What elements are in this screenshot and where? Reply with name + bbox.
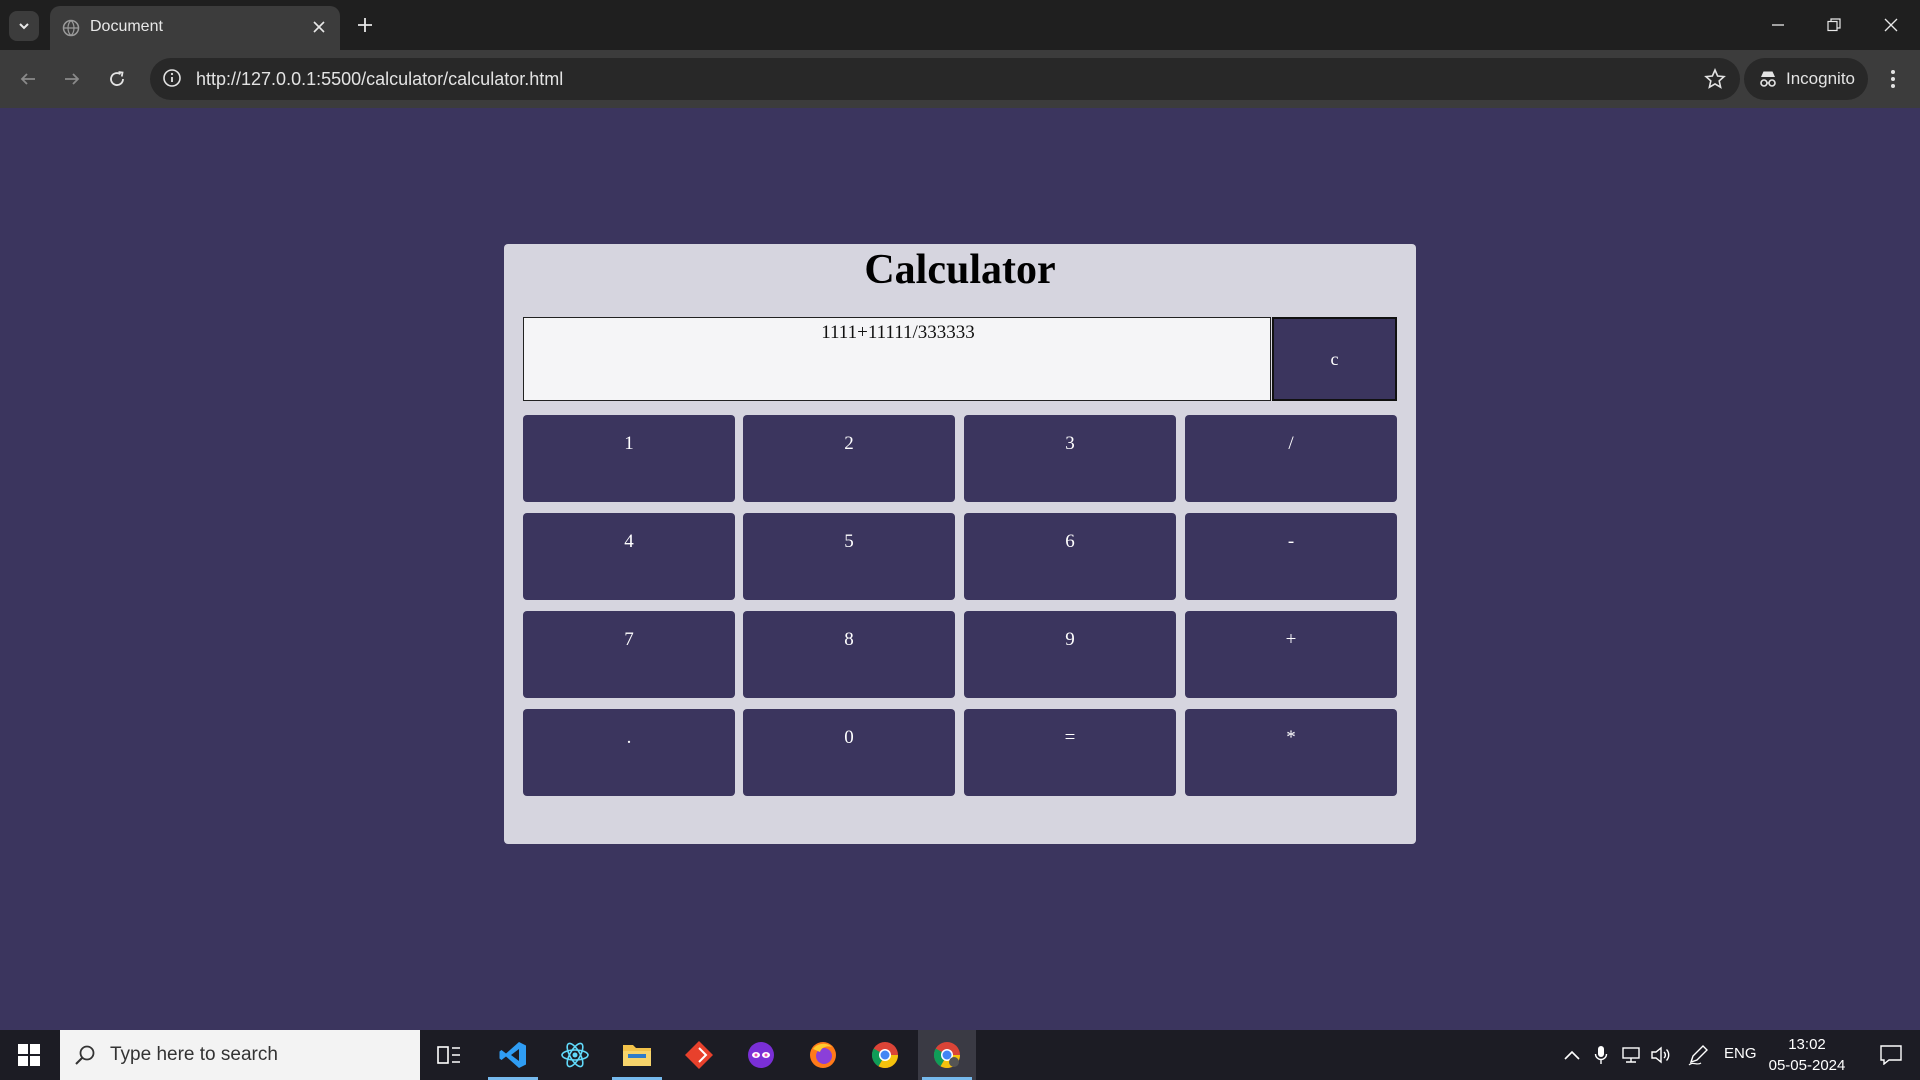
taskbar-chrome[interactable]	[856, 1030, 914, 1080]
key-5[interactable]: 5	[743, 513, 955, 600]
taskbar-firefox[interactable]	[794, 1030, 852, 1080]
more-vertical-icon	[1891, 70, 1895, 88]
key-9[interactable]: 9	[964, 611, 1176, 698]
taskbar-clock[interactable]: 13:02 05-05-2024	[1762, 1034, 1852, 1076]
close-icon	[313, 21, 325, 33]
page-title: Calculator	[864, 247, 1056, 293]
taskbar-search[interactable]: Type here to search	[60, 1030, 420, 1080]
globe-icon	[62, 19, 80, 37]
show-hidden-icons-button[interactable]	[1560, 1030, 1584, 1080]
tab-search-button[interactable]	[9, 11, 39, 41]
key-equals[interactable]: =	[964, 709, 1176, 796]
key-add[interactable]: +	[1185, 611, 1397, 698]
taskbar-vscode[interactable]	[484, 1030, 542, 1080]
restore-button[interactable]	[1816, 10, 1852, 40]
reload-button[interactable]	[100, 62, 134, 96]
reload-icon	[110, 71, 124, 86]
clear-button[interactable]: c	[1272, 317, 1397, 401]
microphone-icon	[1594, 1046, 1608, 1064]
minimize-icon	[1772, 24, 1784, 26]
taskbar-file-explorer[interactable]	[608, 1030, 666, 1080]
key-2[interactable]: 2	[743, 415, 955, 502]
key-7[interactable]: 7	[523, 611, 735, 698]
vscode-icon	[499, 1042, 526, 1068]
star-icon[interactable]	[1704, 68, 1726, 90]
network-icon	[1622, 1047, 1640, 1063]
key-multiply[interactable]: *	[1185, 709, 1397, 796]
key-6[interactable]: 6	[964, 513, 1176, 600]
arrow-right-icon	[65, 73, 80, 85]
task-view-button[interactable]	[420, 1030, 478, 1080]
volume-icon	[1651, 1046, 1670, 1064]
start-button[interactable]	[0, 1030, 58, 1080]
input-language[interactable]: ENG	[1724, 1045, 1757, 1062]
display-value: 1111+11111/333333	[821, 322, 975, 343]
network-tray-button[interactable]	[1618, 1030, 1644, 1080]
search-icon	[75, 1045, 95, 1065]
chevron-up-icon	[1564, 1050, 1580, 1060]
tab-close-button[interactable]	[308, 16, 330, 38]
folder-icon	[623, 1045, 651, 1066]
new-tab-button[interactable]	[352, 12, 378, 38]
url-text[interactable]: http://127.0.0.1:5500/calculator/calcula…	[196, 69, 563, 90]
key-divide[interactable]: /	[1185, 415, 1397, 502]
microphone-tray-button[interactable]	[1590, 1030, 1612, 1080]
browser-tab[interactable]: Document	[50, 6, 340, 50]
chrome-icon	[933, 1042, 961, 1069]
key-4[interactable]: 4	[523, 513, 735, 600]
task-view-icon	[437, 1046, 460, 1064]
taskbar-git-app[interactable]	[670, 1030, 728, 1080]
calculator-panel: Calculator 1111+11111/333333 c 1 2 3 / 4…	[504, 244, 1416, 844]
taskbar: Type here to search ENG 13:02 05-05-2024	[0, 1030, 1920, 1080]
close-window-button[interactable]	[1873, 10, 1909, 40]
key-0[interactable]: 0	[743, 709, 955, 796]
key-decimal[interactable]: .	[523, 709, 735, 796]
pen-icon	[1688, 1045, 1708, 1066]
taskbar-react-app[interactable]	[546, 1030, 604, 1080]
chrome-icon	[871, 1042, 899, 1069]
search-placeholder: Type here to search	[110, 1044, 278, 1065]
key-subtract[interactable]: -	[1185, 513, 1397, 600]
calculator-display[interactable]: 1111+11111/333333	[523, 317, 1271, 401]
restore-icon	[1827, 18, 1841, 32]
arrow-left-icon	[20, 73, 35, 85]
plus-icon	[358, 18, 372, 32]
back-button[interactable]	[11, 62, 45, 96]
windows-icon	[18, 1044, 40, 1066]
react-icon	[561, 1042, 589, 1068]
diamond-icon	[685, 1041, 713, 1069]
chevron-down-icon	[19, 23, 29, 30]
notification-icon	[1880, 1045, 1902, 1065]
forward-button[interactable]	[55, 62, 89, 96]
browser-tab-strip: Document	[0, 0, 1920, 50]
key-1[interactable]: 1	[523, 415, 735, 502]
key-3[interactable]: 3	[964, 415, 1176, 502]
info-icon[interactable]	[162, 68, 182, 88]
close-icon	[1884, 18, 1898, 32]
notifications-button[interactable]	[1866, 1030, 1916, 1080]
clock-time: 13:02	[1788, 1036, 1826, 1053]
key-8[interactable]: 8	[743, 611, 955, 698]
firefox-icon	[810, 1042, 836, 1068]
incognito-label: Incognito	[1786, 69, 1855, 88]
taskbar-mask-app[interactable]	[732, 1030, 790, 1080]
clock-date: 05-05-2024	[1768, 1057, 1846, 1074]
address-bar[interactable]: http://127.0.0.1:5500/calculator/calcula…	[150, 58, 1740, 100]
browser-toolbar: http://127.0.0.1:5500/calculator/calcula…	[0, 50, 1920, 108]
mask-icon	[748, 1042, 774, 1068]
incognito-indicator[interactable]: Incognito	[1744, 58, 1868, 100]
volume-tray-button[interactable]	[1648, 1030, 1674, 1080]
taskbar-chrome-incognito[interactable]	[918, 1030, 976, 1080]
tab-title: Document	[90, 18, 163, 35]
minimize-button[interactable]	[1760, 10, 1796, 40]
pen-tray-button[interactable]	[1684, 1030, 1712, 1080]
incognito-icon	[1760, 71, 1776, 87]
browser-menu-button[interactable]	[1878, 64, 1908, 94]
